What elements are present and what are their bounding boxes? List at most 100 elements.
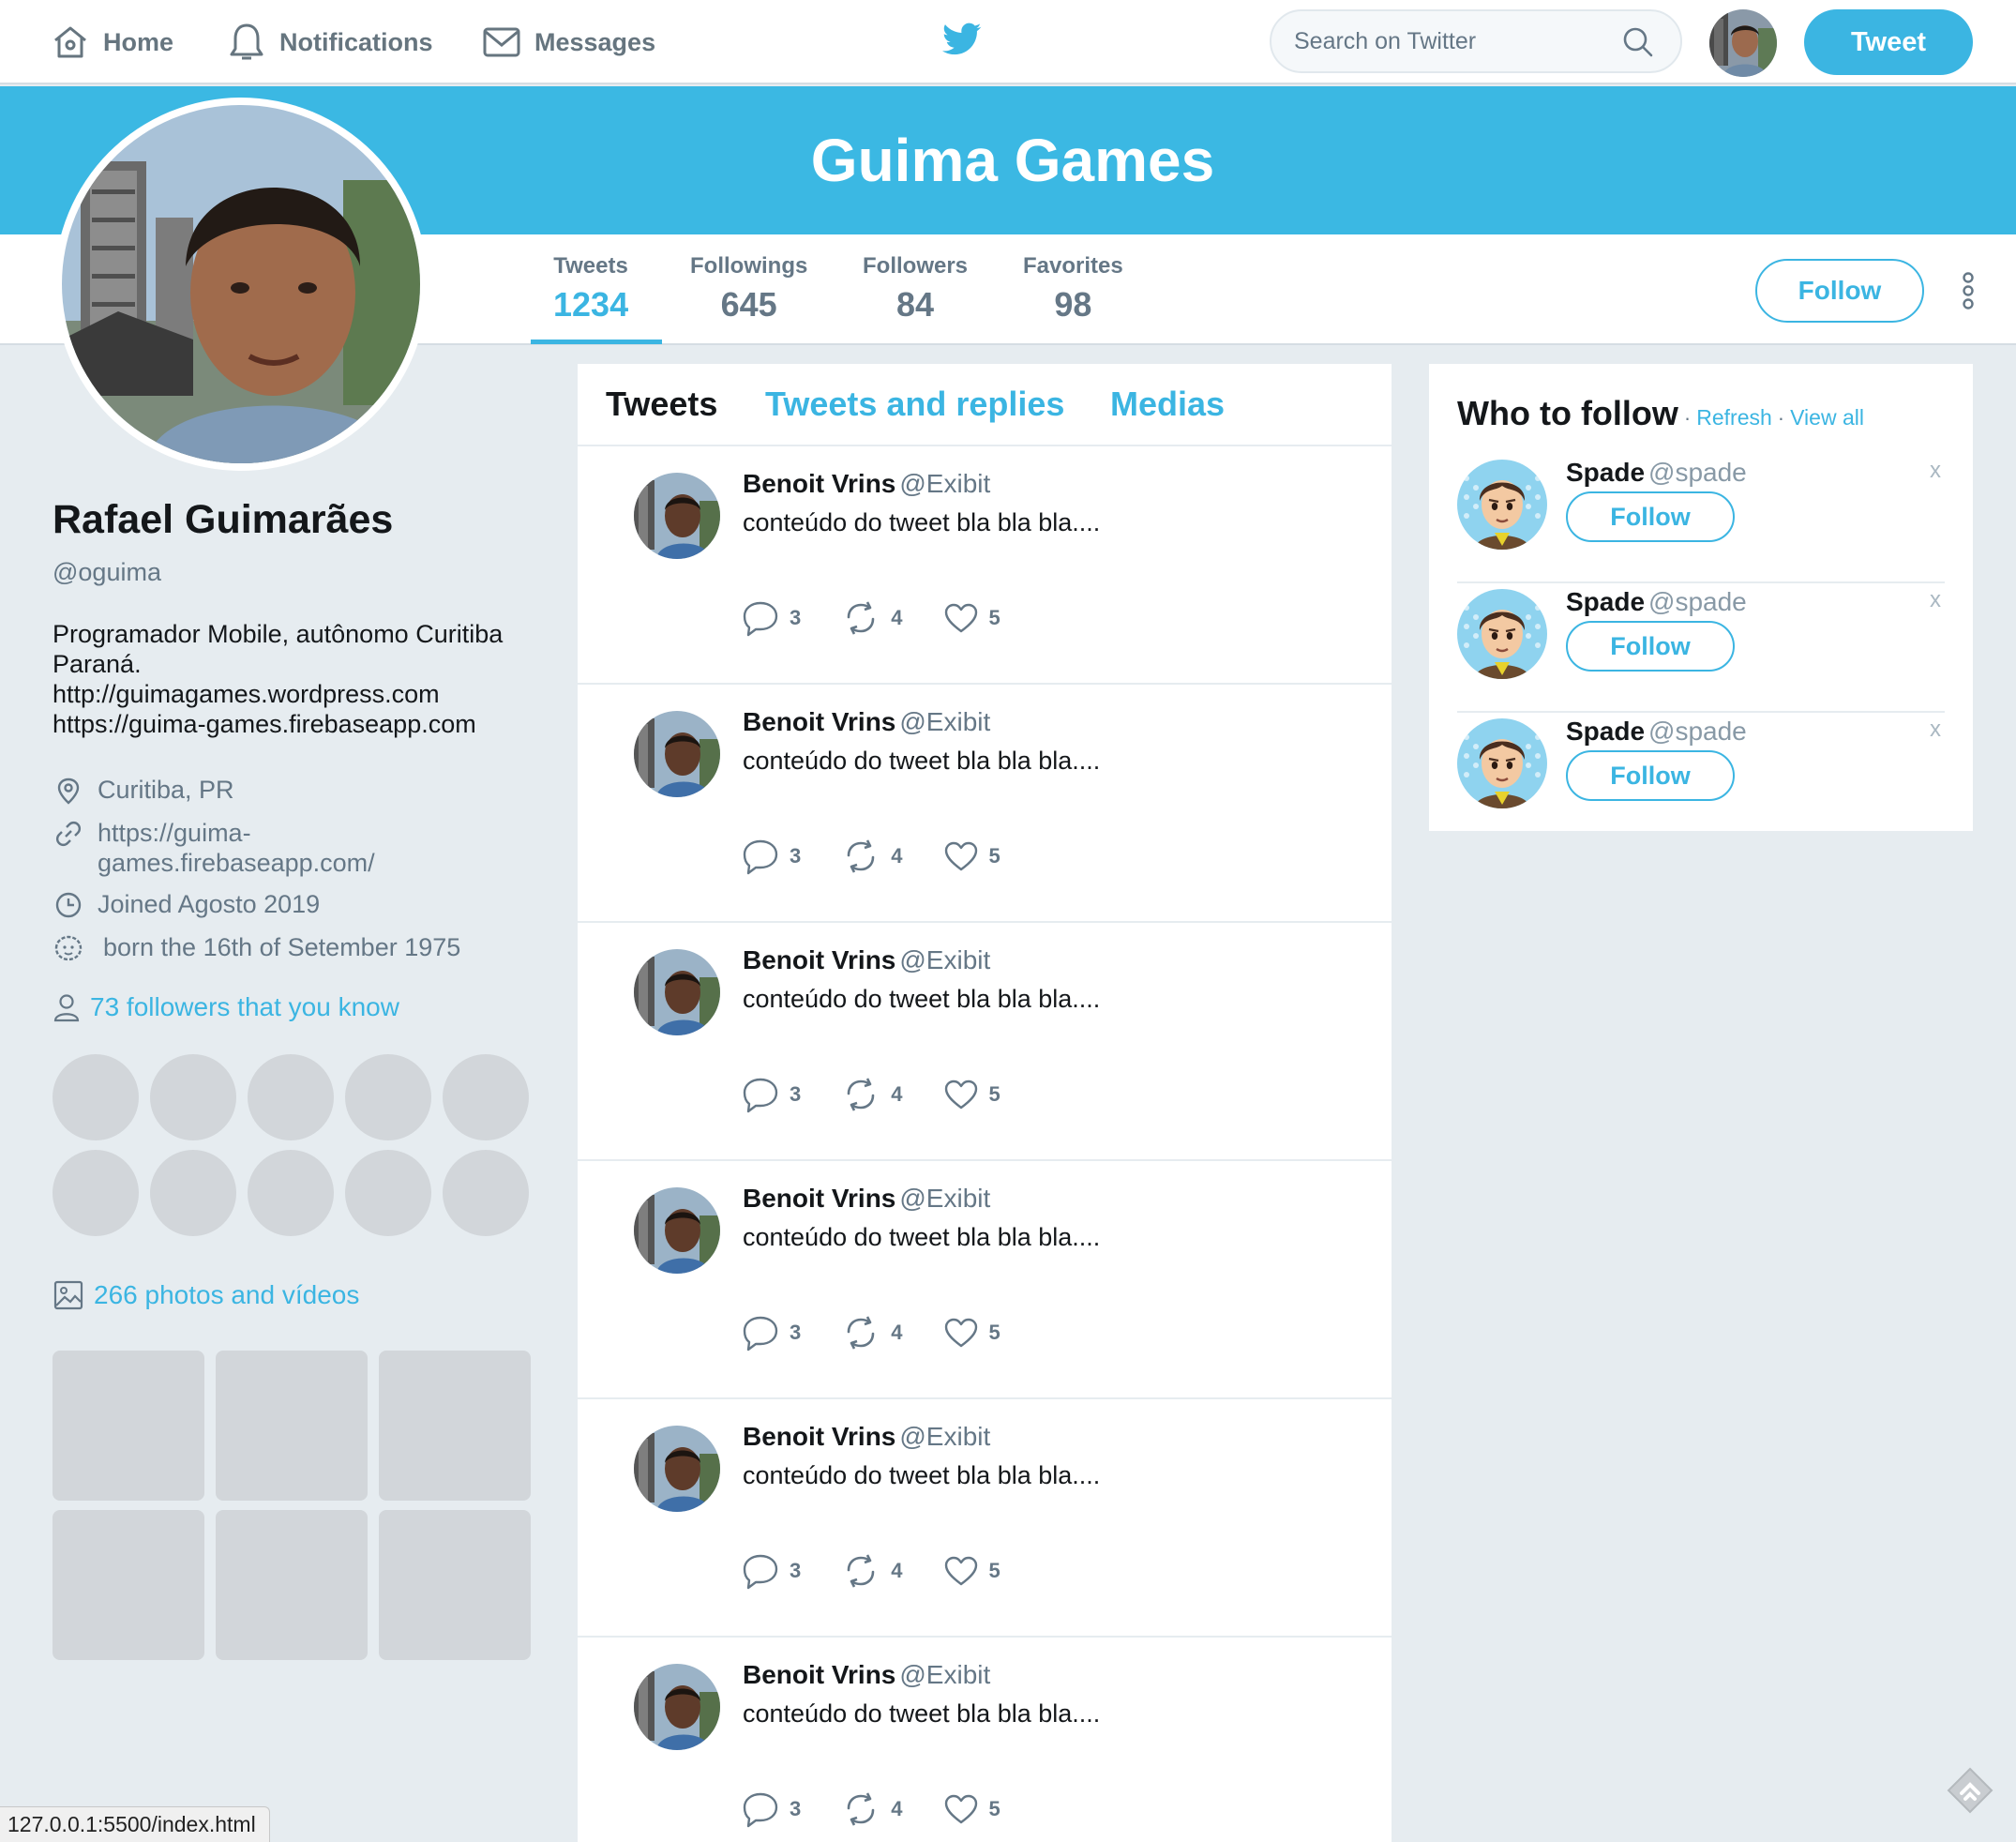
tweet-author-handle[interactable]: @Exibit: [899, 1660, 990, 1689]
suggestion-display-name[interactable]: Spade: [1566, 458, 1645, 487]
tweet-author-avatar[interactable]: [634, 949, 720, 1035]
suggestion-avatar[interactable]: [1457, 718, 1547, 808]
suggestion-follow-button[interactable]: Follow: [1566, 750, 1735, 801]
reply-action[interactable]: 3: [741, 1551, 801, 1591]
refresh-link[interactable]: Refresh: [1696, 405, 1772, 430]
like-action[interactable]: 5: [942, 1313, 1000, 1352]
stat-favorites[interactable]: Favorites 98: [1023, 253, 1123, 325]
suggestion-avatar[interactable]: [1457, 589, 1547, 679]
reply-action[interactable]: 3: [741, 1789, 801, 1829]
nav-messages[interactable]: Messages: [482, 17, 655, 68]
suggestion-follow-button[interactable]: Follow: [1566, 491, 1735, 542]
retweet-action[interactable]: 4: [840, 1789, 903, 1829]
retweet-action[interactable]: 4: [840, 598, 903, 638]
tweet-author-handle[interactable]: @Exibit: [899, 945, 990, 974]
tweet-author-name[interactable]: Benoit Vrins: [743, 1184, 895, 1213]
stat-followers[interactable]: Followers 84: [863, 253, 968, 325]
retweet-action[interactable]: 4: [840, 837, 903, 876]
tweet[interactable]: Benoit Vrins @Exibit conteúdo do tweet bl…: [578, 923, 1392, 1161]
search-box[interactable]: [1270, 9, 1682, 73]
tab-medias[interactable]: Medias: [1110, 385, 1225, 424]
tweet-author-name[interactable]: Benoit Vrins: [743, 945, 895, 974]
tweet-author-avatar[interactable]: [634, 1187, 720, 1274]
tweet-author-handle[interactable]: @Exibit: [899, 469, 990, 498]
suggestion-handle[interactable]: @spade: [1648, 717, 1747, 746]
search-input[interactable]: [1294, 11, 1622, 71]
tweet-author-name[interactable]: Benoit Vrins: [743, 1660, 895, 1689]
website-link[interactable]: https://guima-games.firebaseapp.com/: [98, 818, 398, 878]
like-action[interactable]: 5: [942, 1075, 1000, 1114]
follower-avatar[interactable]: [150, 1054, 236, 1140]
suggestion-handle[interactable]: @spade: [1648, 587, 1747, 616]
suggestion-follow-button[interactable]: Follow: [1566, 621, 1735, 672]
follower-avatar[interactable]: [345, 1150, 431, 1236]
search-icon[interactable]: [1622, 26, 1654, 58]
stat-followings[interactable]: Followings 645: [690, 253, 807, 325]
view-all-link[interactable]: View all: [1790, 405, 1864, 430]
twitter-bird-icon[interactable]: [942, 23, 982, 56]
reply-action[interactable]: 3: [741, 1313, 801, 1352]
tweet-author-handle[interactable]: @Exibit: [899, 1184, 990, 1213]
tweet-author-avatar[interactable]: [634, 1664, 720, 1750]
photo-thumbnail[interactable]: [216, 1351, 368, 1501]
profile-handle[interactable]: @oguima: [53, 558, 540, 587]
follower-avatar[interactable]: [248, 1054, 334, 1140]
like-action[interactable]: 5: [942, 837, 1000, 876]
photo-thumbnail[interactable]: [53, 1510, 204, 1660]
followers-you-know[interactable]: 73 followers that you know: [53, 992, 540, 1022]
suggestion-display-name[interactable]: Spade: [1566, 717, 1645, 746]
nav-home[interactable]: Home: [51, 17, 173, 68]
follow-button[interactable]: Follow: [1755, 259, 1924, 323]
like-action[interactable]: 5: [942, 1789, 1000, 1829]
feedly-icon[interactable]: [1945, 1765, 1995, 1816]
reply-action[interactable]: 3: [741, 837, 801, 876]
like-action[interactable]: 5: [942, 1551, 1000, 1591]
dismiss-suggestion-button[interactable]: x: [1930, 458, 1941, 484]
photo-thumbnail[interactable]: [216, 1510, 368, 1660]
follower-avatar[interactable]: [345, 1054, 431, 1140]
retweet-action[interactable]: 4: [840, 1551, 903, 1591]
photo-thumbnail[interactable]: [379, 1510, 531, 1660]
tweet[interactable]: Benoit Vrins @Exibit conteúdo do tweet bl…: [578, 1161, 1392, 1399]
dismiss-suggestion-button[interactable]: x: [1930, 587, 1941, 613]
tweet-author-avatar[interactable]: [634, 711, 720, 797]
tweet-author-handle[interactable]: @Exibit: [899, 1422, 990, 1451]
like-action[interactable]: 5: [942, 598, 1000, 638]
tweet-author-name[interactable]: Benoit Vrins: [743, 707, 895, 736]
tweet-author-name[interactable]: Benoit Vrins: [743, 469, 895, 498]
follower-avatar[interactable]: [53, 1054, 139, 1140]
follower-avatar[interactable]: [53, 1150, 139, 1236]
retweet-action[interactable]: 4: [840, 1075, 903, 1114]
tweet-author-name[interactable]: Benoit Vrins: [743, 1422, 895, 1451]
follower-avatar[interactable]: [150, 1150, 236, 1236]
suggestion-handle[interactable]: @spade: [1648, 458, 1747, 487]
dismiss-suggestion-button[interactable]: x: [1930, 717, 1941, 743]
tweet[interactable]: Benoit Vrins @Exibit conteúdo do tweet bl…: [578, 1638, 1392, 1842]
tweet-button[interactable]: Tweet: [1804, 9, 1973, 75]
follower-avatar[interactable]: [443, 1054, 529, 1140]
follower-avatar[interactable]: [248, 1150, 334, 1236]
suggestion-display-name[interactable]: Spade: [1566, 587, 1645, 616]
suggestion-avatar[interactable]: [1457, 460, 1547, 550]
followers-you-know-label[interactable]: 73 followers that you know: [90, 992, 399, 1022]
stat-tweets[interactable]: Tweets 1234: [553, 253, 628, 325]
retweet-action[interactable]: 4: [840, 1313, 903, 1352]
tweet-author-handle[interactable]: @Exibit: [899, 707, 990, 736]
nav-notifications[interactable]: Notifications: [227, 17, 433, 68]
profile-avatar[interactable]: [54, 98, 428, 471]
photo-thumbnail[interactable]: [53, 1351, 204, 1501]
reply-action[interactable]: 3: [741, 598, 801, 638]
photo-thumbnail[interactable]: [379, 1351, 531, 1501]
tweet[interactable]: Benoit Vrins @Exibit conteúdo do tweet bl…: [578, 685, 1392, 923]
reply-action[interactable]: 3: [741, 1075, 801, 1114]
photos-videos-label[interactable]: 266 photos and vídeos: [94, 1280, 359, 1310]
tab-tweets[interactable]: Tweets: [606, 385, 717, 424]
tweet-author-avatar[interactable]: [634, 1426, 720, 1512]
tab-tweets-and-replies[interactable]: Tweets and replies: [765, 385, 1064, 424]
tweet[interactable]: Benoit Vrins @Exibit conteúdo do tweet bl…: [578, 1399, 1392, 1638]
user-avatar[interactable]: [1709, 9, 1777, 77]
tweet[interactable]: Benoit Vrins @Exibit conteúdo do tweet bl…: [578, 446, 1392, 685]
tweet-author-avatar[interactable]: [634, 473, 720, 559]
follower-avatar[interactable]: [443, 1150, 529, 1236]
photos-videos[interactable]: 266 photos and vídeos: [53, 1279, 359, 1311]
